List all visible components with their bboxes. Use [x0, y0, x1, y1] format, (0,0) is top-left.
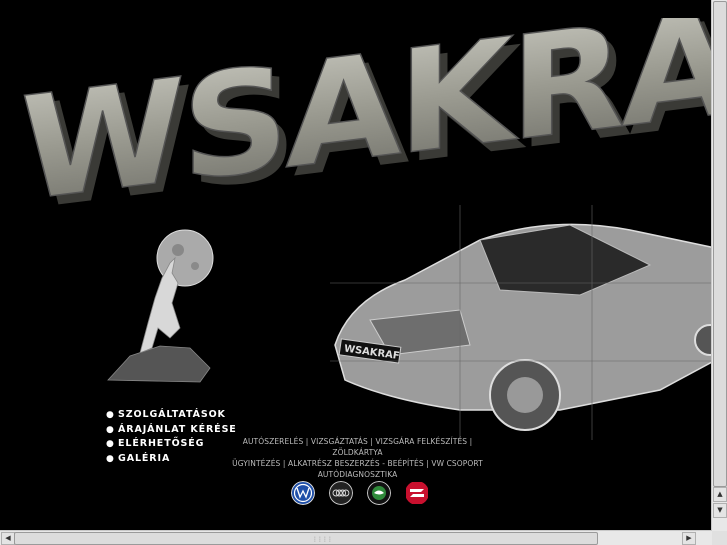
horizontal-scrollbar[interactable]: ◀ ⋮⋮⋮⋮ ▶ [0, 530, 712, 545]
logo-text-main: WSAKRAF [20, 18, 720, 218]
scrollbar-grip-icon: ⋮⋮⋮⋮ [312, 536, 333, 543]
scroll-up-arrow-icon[interactable]: ▲ [713, 487, 727, 502]
menu-item-label: SZOLGÁLTATÁSOK [118, 409, 226, 420]
scrollbar-corner [712, 531, 727, 545]
brand-logos [291, 481, 429, 505]
services-line-1: AUTÓSZERELÉS | VIZSGÁZTATÁS | VIZSGÁRA F… [242, 437, 473, 457]
bullet-icon: ● [106, 453, 115, 464]
menu-item-arajanlat[interactable]: ● ÁRAJÁNLAT KÉRÉSE [106, 423, 237, 438]
bullet-icon: ● [106, 410, 115, 420]
scroll-right-arrow-icon[interactable]: ▶ [682, 532, 696, 545]
scroll-down-arrow-icon[interactable]: ▼ [713, 503, 727, 518]
menu-item-label: ÁRAJÁNLAT KÉRÉSE [118, 423, 237, 435]
menu-item-label: GALÉRIA [118, 452, 171, 464]
vw-logo-icon[interactable] [291, 481, 315, 505]
menu-item-elerhetoseg[interactable]: ● ELÉRHETŐSÉG [106, 437, 237, 452]
seat-logo-icon[interactable] [405, 481, 429, 505]
services-line-2: ÜGYINTÉZÉS | ALKATRÉSZ BESZERZÉS - BEÉPÍ… [232, 459, 483, 468]
bullet-icon: ● [106, 439, 115, 449]
car-image: WSAKRAF [330, 205, 727, 440]
site-logo: WSAKRAF WSAKRAF [20, 18, 720, 218]
scroll-left-arrow-icon[interactable]: ◀ [1, 532, 15, 545]
menu-item-galeria[interactable]: ● GALÉRIA [106, 452, 237, 467]
menu-item-szolgaltatasok[interactable]: ● SZOLGÁLTATÁSOK [106, 408, 237, 423]
horizontal-scrollbar-thumb[interactable]: ⋮⋮⋮⋮ [14, 532, 598, 545]
main-menu: ● SZOLGÁLTATÁSOK ● ÁRAJÁNLAT KÉRÉSE ● ELÉRH… [106, 408, 237, 466]
vertical-scrollbar[interactable]: ▲ ▼ [711, 0, 727, 531]
services-list: AUTÓSZERELÉS | VIZSGÁZTATÁS | VIZSGÁRA F… [225, 436, 490, 480]
audi-logo-icon[interactable] [329, 481, 353, 505]
services-line-3: AUTÓDIAGNOSZTIKA [317, 470, 398, 479]
skoda-logo-icon[interactable] [367, 481, 391, 505]
menu-item-label: ELÉRHETŐSÉG [118, 438, 205, 449]
vertical-scrollbar-thumb[interactable] [713, 1, 727, 487]
bullet-icon: ● [106, 424, 115, 435]
wolf-moon-image [107, 229, 214, 383]
